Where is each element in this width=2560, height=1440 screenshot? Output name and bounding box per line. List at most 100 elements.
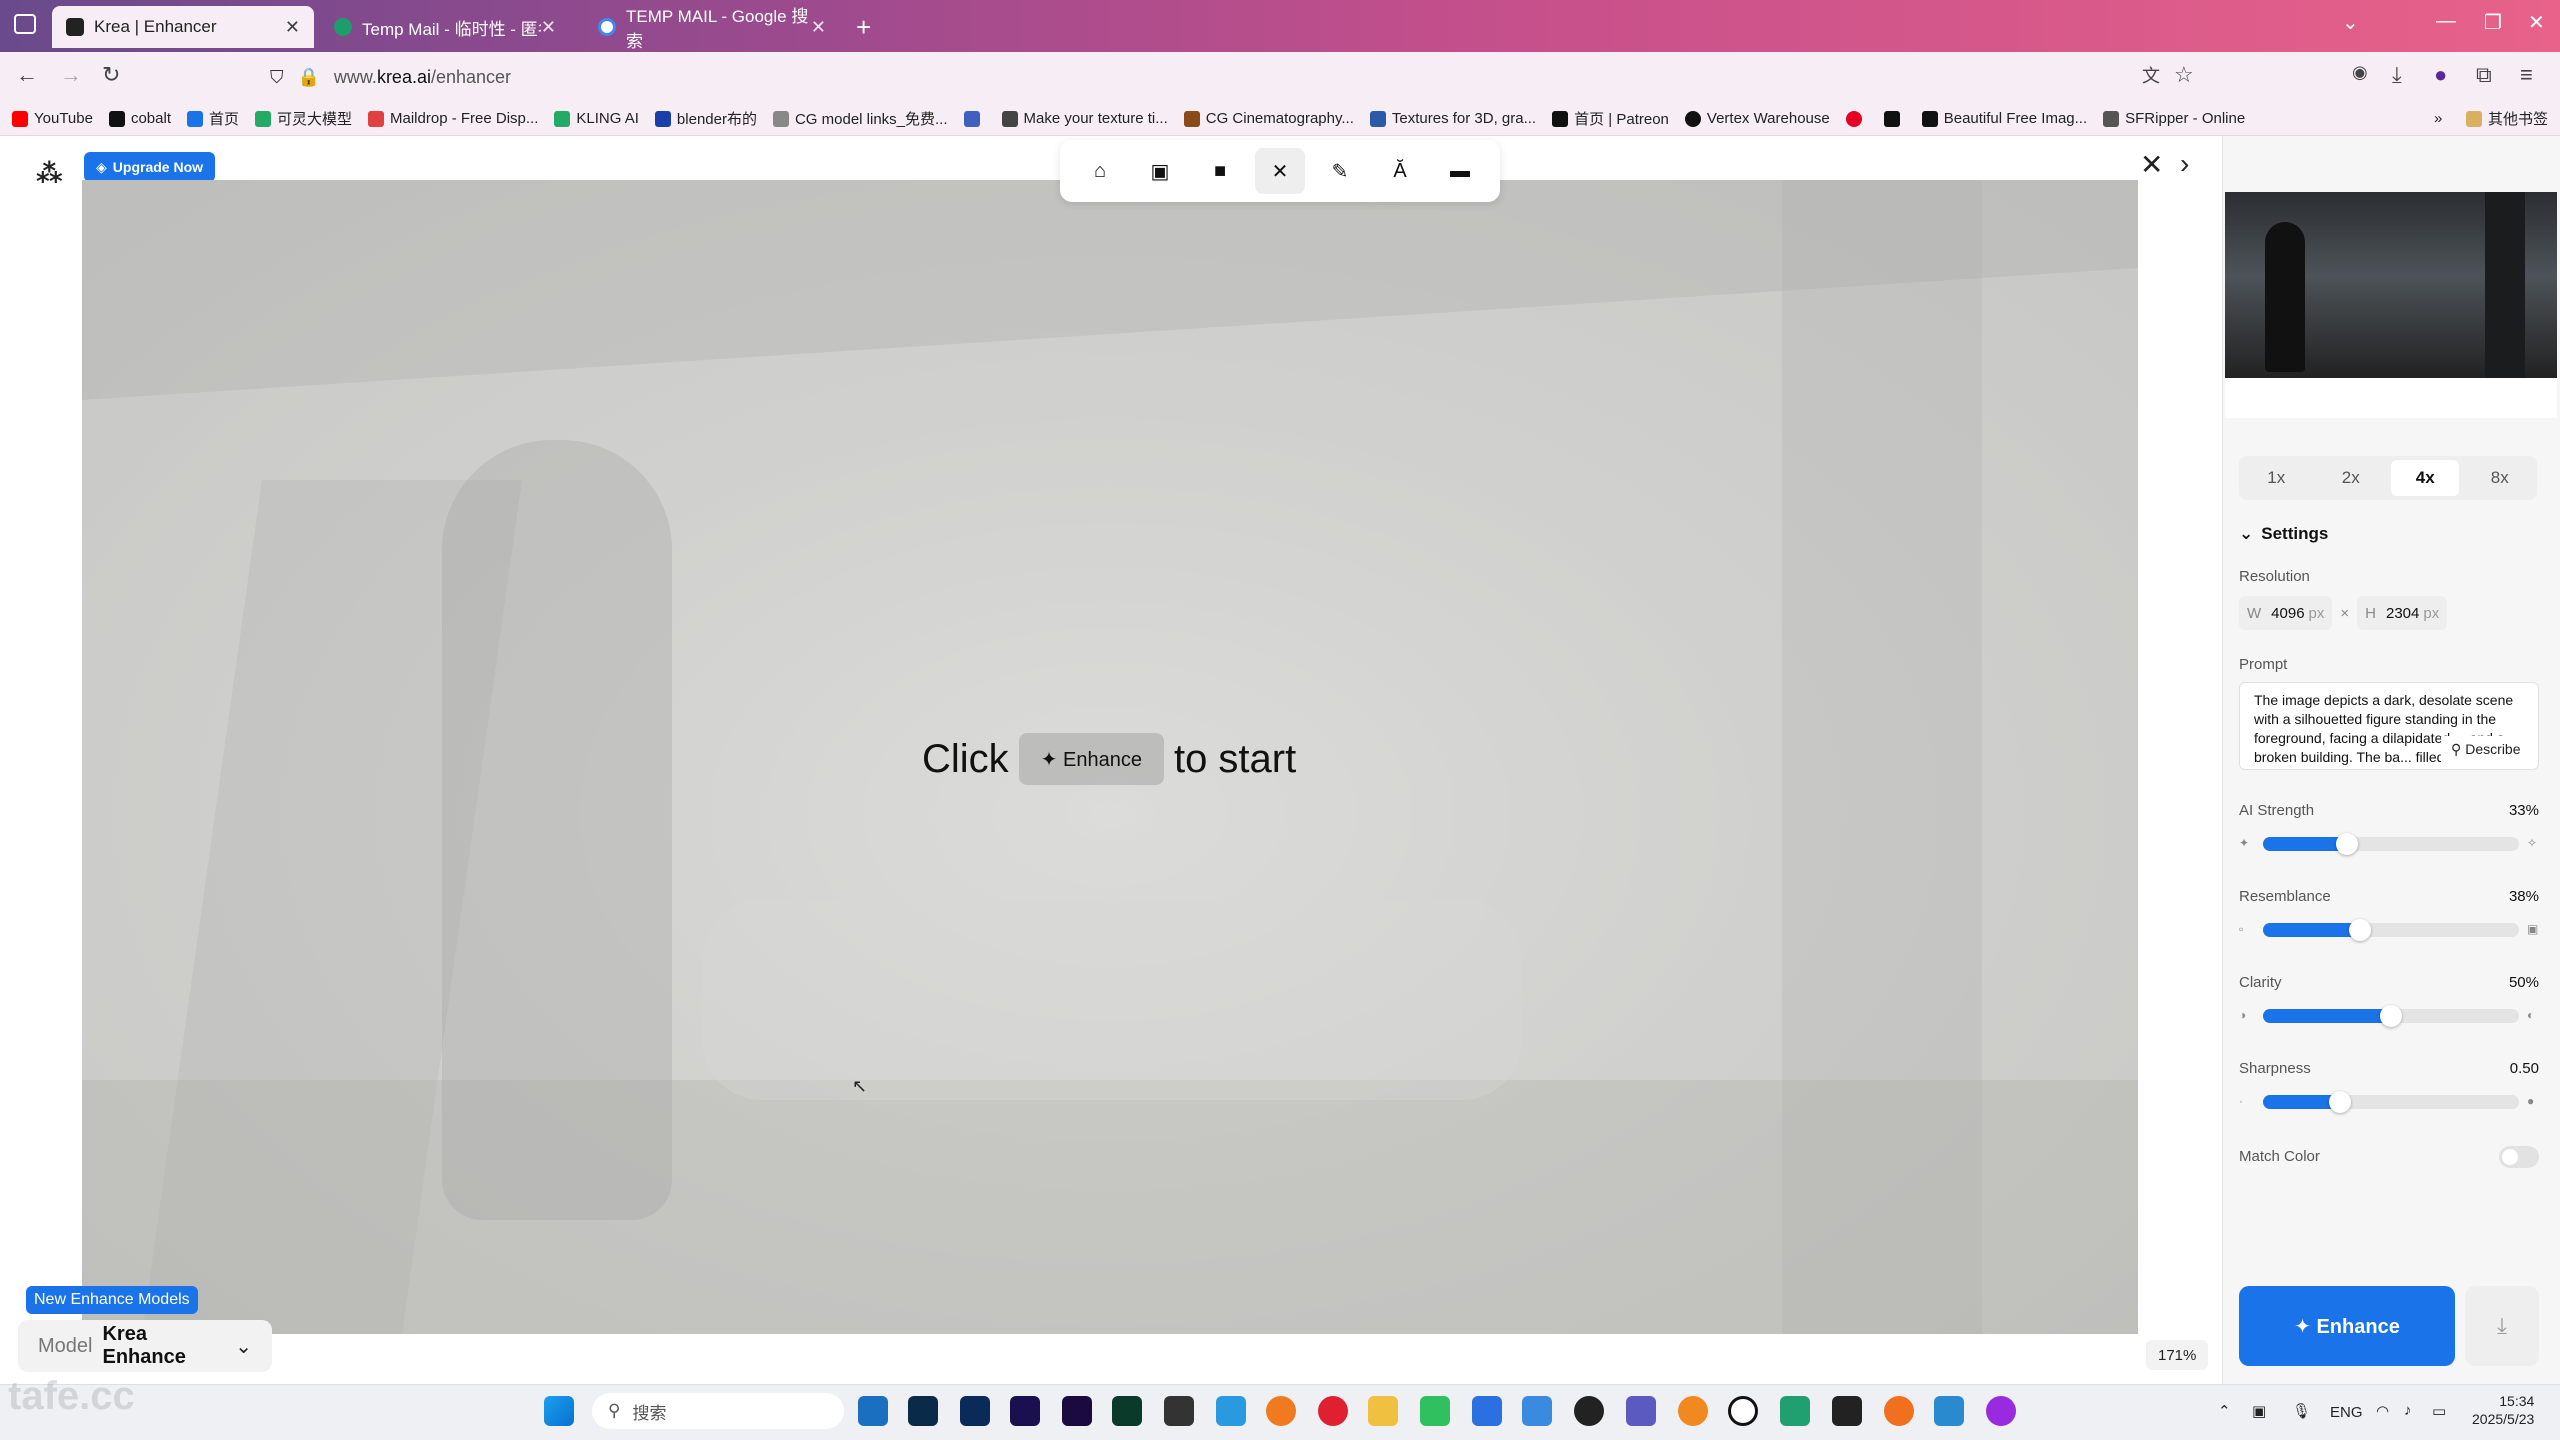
- enhancer-icon[interactable]: ✕: [1255, 148, 1305, 194]
- bookmark-item[interactable]: SFRipper - Online: [2103, 110, 2245, 127]
- bookmark-item[interactable]: Vertex Warehouse: [1684, 110, 1830, 127]
- taskbar-app-icon[interactable]: [1626, 1396, 1656, 1426]
- folder-icon[interactable]: ▬: [1435, 148, 1485, 194]
- close-icon[interactable]: ✕: [2140, 148, 2163, 181]
- tray-app-icon[interactable]: ▣: [2252, 1402, 2266, 1420]
- bookmark-item[interactable]: CG Cinematography...: [1183, 110, 1354, 127]
- battery-icon[interactable]: ▭: [2432, 1402, 2446, 1420]
- scale-8x[interactable]: 8x: [2466, 460, 2534, 496]
- microphone-icon[interactable]: 🎙: [2292, 1402, 2311, 1420]
- after-effects-icon[interactable]: [1010, 1396, 1040, 1426]
- forward-arrow-icon[interactable]: →: [60, 62, 82, 88]
- download-icon[interactable]: ⤓: [2465, 1286, 2539, 1366]
- new-models-badge[interactable]: New Enhance Models: [26, 1286, 198, 1314]
- bookmark-item[interactable]: blender布的: [654, 108, 757, 129]
- bookmark-item[interactable]: KLING AI: [554, 110, 639, 127]
- taskbar-app-icon[interactable]: [1472, 1396, 1502, 1426]
- image-icon[interactable]: ▣: [1135, 148, 1185, 194]
- pocket-icon[interactable]: ◉: [2352, 62, 2368, 83]
- slider-handle[interactable]: [2336, 833, 2359, 855]
- scale-1x[interactable]: 1x: [2242, 460, 2310, 496]
- scale-2x[interactable]: 2x: [2317, 460, 2385, 496]
- other-bookmarks[interactable]: 其他书签: [2466, 108, 2548, 129]
- width-field[interactable]: W 4096 px: [2239, 596, 2333, 630]
- krea-logo-icon[interactable]: ⁂: [36, 158, 63, 189]
- restore-icon[interactable]: ❐: [2484, 10, 2502, 35]
- firefox-icon[interactable]: [1266, 1396, 1296, 1426]
- shield-icon[interactable]: ⛉: [270, 67, 284, 88]
- taskbar-app-icon[interactable]: [1780, 1396, 1810, 1426]
- taskbar-search[interactable]: ⚲ 搜索: [592, 1393, 844, 1429]
- extensions-icon[interactable]: ⧉: [2476, 62, 2492, 88]
- model-selector[interactable]: Model Krea Enhance ⌄: [18, 1320, 272, 1372]
- tab-list-chevron-icon[interactable]: ⌄: [2342, 10, 2359, 35]
- bookmark-item[interactable]: cobalt: [108, 110, 171, 127]
- premiere-icon[interactable]: [1062, 1396, 1092, 1426]
- slider-handle[interactable]: [2380, 1005, 2402, 1027]
- ai-strength-slider[interactable]: [2263, 833, 2519, 855]
- lightroom-icon[interactable]: [908, 1396, 938, 1426]
- zoom-level[interactable]: 171%: [2146, 1340, 2209, 1370]
- enhance-button[interactable]: ✦ Enhance: [2239, 1286, 2455, 1366]
- profile-icon[interactable]: ●: [2434, 62, 2447, 88]
- inline-enhance-button[interactable]: ✦ Enhance: [1018, 733, 1164, 785]
- reload-icon[interactable]: ↻: [102, 62, 120, 88]
- clarity-slider[interactable]: [2263, 1005, 2519, 1027]
- tab-temp-mail[interactable]: Temp Mail - 临时性 - 匿名电子 ✕: [320, 6, 570, 48]
- bookmark-item[interactable]: 可灵大模型: [255, 108, 352, 129]
- taskbar-app-icon[interactable]: [858, 1396, 888, 1426]
- blender-icon[interactable]: [1678, 1396, 1708, 1426]
- taskbar-app-icon[interactable]: [1884, 1396, 1914, 1426]
- davinci-icon[interactable]: [1164, 1396, 1194, 1426]
- bookmark-item[interactable]: YouTube: [12, 110, 93, 127]
- taskbar-app-icon[interactable]: [1934, 1396, 1964, 1426]
- photoshop-icon[interactable]: [960, 1396, 990, 1426]
- browser-menu-icon[interactable]: [14, 14, 36, 34]
- chat-icon[interactable]: [1728, 1396, 1758, 1426]
- bookmark-star-icon[interactable]: ☆: [2174, 62, 2194, 88]
- new-tab-icon[interactable]: +: [856, 12, 871, 43]
- tab-krea-enhancer[interactable]: Krea | Enhancer ✕: [52, 6, 314, 48]
- tray-overflow-icon[interactable]: ⌃: [2218, 1402, 2231, 1420]
- clock[interactable]: 15:34 2025/5/23: [2472, 1392, 2534, 1428]
- bookmark-item[interactable]: CG model links_免费...: [772, 108, 948, 129]
- address-bar[interactable]: ⛉ 🔒 www. krea.ai/enhancer: [270, 58, 2190, 96]
- menu-icon[interactable]: ≡: [2520, 62, 2533, 88]
- match-color-toggle[interactable]: [2499, 1146, 2539, 1168]
- slider-handle[interactable]: [2349, 919, 2372, 941]
- file-explorer-icon[interactable]: [1368, 1396, 1398, 1426]
- edit-brush-icon[interactable]: ✎: [1315, 148, 1365, 194]
- bookmark-item[interactable]: Maildrop - Free Disp...: [368, 110, 538, 127]
- bookmark-item[interactable]: [1845, 110, 1868, 127]
- bookmark-item[interactable]: Beautiful Free Imag...: [1921, 110, 2087, 127]
- netease-music-icon[interactable]: [1318, 1396, 1348, 1426]
- windows-start-icon[interactable]: [544, 1396, 574, 1426]
- translate-icon[interactable]: 文: [2142, 62, 2160, 88]
- bookmarks-overflow-icon[interactable]: »: [2434, 110, 2442, 127]
- taskbar-app-icon[interactable]: [1832, 1396, 1862, 1426]
- close-window-icon[interactable]: ✕: [2528, 10, 2545, 35]
- image-thumbnail[interactable]: [2225, 192, 2557, 378]
- painter-icon[interactable]: [1112, 1396, 1142, 1426]
- taskbar-app-icon[interactable]: [1216, 1396, 1246, 1426]
- scale-4x[interactable]: 4x: [2391, 460, 2460, 496]
- tab-close-icon[interactable]: ✕: [285, 17, 300, 38]
- slider-handle[interactable]: [2328, 1091, 2351, 1113]
- upgrade-now-button[interactable]: ◈ Upgrade Now: [84, 152, 216, 182]
- back-arrow-icon[interactable]: ←: [16, 62, 38, 88]
- downloads-icon[interactable]: ⤓: [2392, 62, 2402, 88]
- minimize-icon[interactable]: —: [2436, 10, 2456, 33]
- image-canvas[interactable]: Click ✦ Enhance to start: [82, 180, 2138, 1334]
- taskbar-app-icon[interactable]: [1986, 1396, 2016, 1426]
- home-icon[interactable]: ⌂: [1075, 148, 1125, 194]
- taskbar-app-icon[interactable]: [1574, 1396, 1604, 1426]
- tab-close-icon[interactable]: ✕: [541, 17, 556, 38]
- bookmark-item[interactable]: [963, 110, 986, 127]
- wifi-icon[interactable]: ◠: [2376, 1402, 2389, 1420]
- chevron-right-icon[interactable]: ›: [2180, 148, 2189, 180]
- resemblance-slider[interactable]: [2263, 919, 2519, 941]
- wechat-icon[interactable]: [1420, 1396, 1450, 1426]
- settings-toggle[interactable]: ⌄ Settings: [2239, 524, 2328, 544]
- bookmark-item[interactable]: Make your texture ti...: [1001, 110, 1168, 127]
- volume-icon[interactable]: ♪: [2404, 1402, 2412, 1419]
